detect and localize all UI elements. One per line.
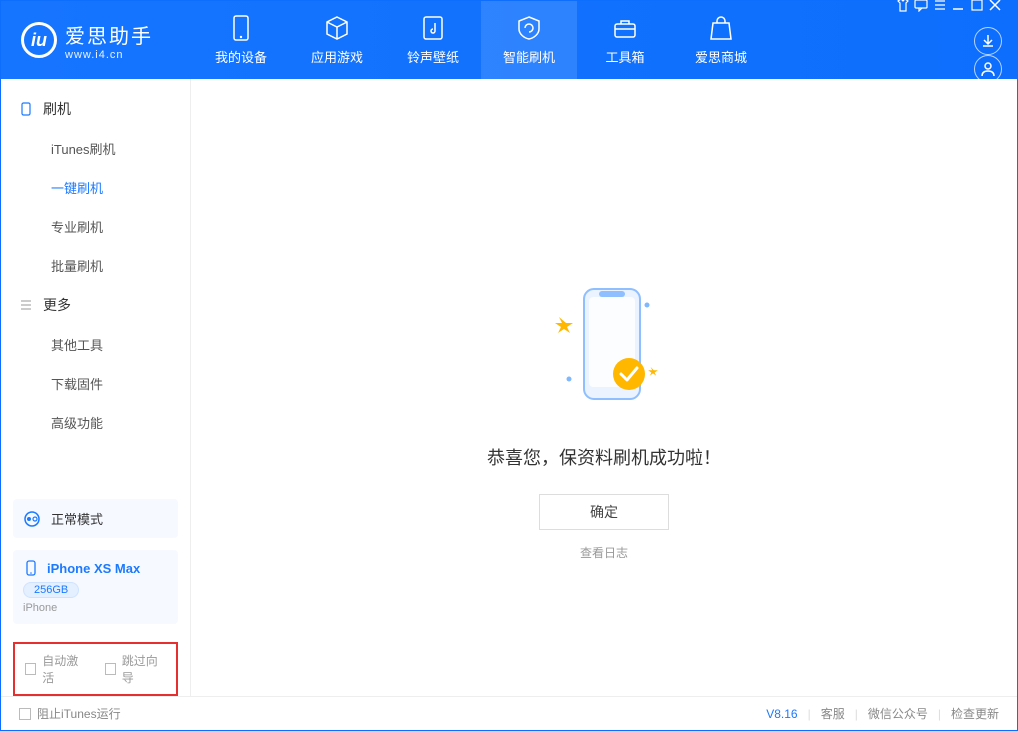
logo-icon: iu bbox=[21, 22, 57, 58]
tab-label: 应用游戏 bbox=[311, 47, 363, 66]
tab-label: 铃声壁纸 bbox=[407, 47, 459, 66]
download-icon[interactable] bbox=[974, 27, 1002, 55]
checkbox-icon bbox=[25, 663, 36, 675]
device-name: iPhone XS Max bbox=[47, 561, 140, 576]
phone-icon bbox=[228, 15, 254, 41]
device-storage: 256GB bbox=[23, 582, 79, 598]
sidebar-item-one-click-flash[interactable]: 一键刷机 bbox=[1, 168, 190, 207]
sidebar-item-itunes-flash[interactable]: iTunes刷机 bbox=[1, 129, 190, 168]
cube-icon bbox=[324, 15, 350, 41]
tab-flash[interactable]: 智能刷机 bbox=[481, 1, 577, 79]
list-icon bbox=[19, 298, 33, 312]
checkbox-skip-guide[interactable]: 跳过向导 bbox=[105, 652, 167, 686]
tab-label: 工具箱 bbox=[605, 47, 644, 66]
sidebar-item-other-tools[interactable]: 其他工具 bbox=[1, 325, 190, 364]
device-icon bbox=[23, 560, 39, 576]
sidebar-item-batch-flash[interactable]: 批量刷机 bbox=[1, 246, 190, 285]
window-controls bbox=[896, 0, 1002, 83]
app-window: iu 爱思助手 www.i4.cn 我的设备 应用游戏 bbox=[0, 0, 1018, 731]
version-label: V8.16 bbox=[766, 707, 797, 721]
normal-mode-icon bbox=[23, 510, 41, 528]
group-title: 更多 bbox=[43, 295, 71, 315]
app-logo: iu 爱思助手 www.i4.cn bbox=[21, 20, 153, 61]
ok-button[interactable]: 确定 bbox=[539, 494, 669, 530]
sidebar-item-download-firmware[interactable]: 下载固件 bbox=[1, 364, 190, 403]
minimize-icon[interactable] bbox=[951, 0, 965, 16]
feedback-icon[interactable] bbox=[914, 0, 928, 16]
phone-outline-icon bbox=[19, 102, 33, 116]
tab-label: 爱思商城 bbox=[695, 47, 747, 66]
tshirt-icon[interactable] bbox=[896, 0, 910, 16]
tab-apps[interactable]: 应用游戏 bbox=[289, 1, 385, 79]
checkbox-auto-activate[interactable]: 自动激活 bbox=[25, 652, 87, 686]
checkbox-label: 阻止iTunes运行 bbox=[37, 705, 121, 722]
sidebar-item-pro-flash[interactable]: 专业刷机 bbox=[1, 207, 190, 246]
success-message: 恭喜您，保资料刷机成功啦！ bbox=[487, 444, 721, 470]
title-bar: iu 爱思助手 www.i4.cn 我的设备 应用游戏 bbox=[1, 1, 1017, 79]
wechat-link[interactable]: 微信公众号 bbox=[868, 705, 928, 722]
support-link[interactable]: 客服 bbox=[821, 705, 845, 722]
mode-label: 正常模式 bbox=[51, 509, 103, 528]
options-row: 自动激活 跳过向导 bbox=[13, 642, 178, 696]
close-icon[interactable] bbox=[988, 0, 1002, 16]
music-file-icon bbox=[420, 15, 446, 41]
tab-store[interactable]: 爱思商城 bbox=[673, 1, 769, 79]
app-subtitle: www.i4.cn bbox=[65, 49, 153, 61]
tab-label: 我的设备 bbox=[215, 47, 267, 66]
app-title: 爱思助手 bbox=[65, 20, 153, 49]
checkbox-label: 跳过向导 bbox=[122, 652, 166, 686]
bag-icon bbox=[708, 15, 734, 41]
tab-ringtones[interactable]: 铃声壁纸 bbox=[385, 1, 481, 79]
sidebar-item-advanced[interactable]: 高级功能 bbox=[1, 403, 190, 442]
device-model: iPhone bbox=[23, 602, 168, 614]
toolbox-icon bbox=[612, 15, 638, 41]
tab-my-device[interactable]: 我的设备 bbox=[193, 1, 289, 79]
checkbox-icon bbox=[19, 708, 31, 720]
checkbox-label: 自动激活 bbox=[42, 652, 86, 686]
tab-label: 智能刷机 bbox=[503, 47, 555, 66]
sidebar: 刷机 iTunes刷机 一键刷机 专业刷机 批量刷机 更多 其他工具 下载固件 … bbox=[1, 79, 191, 696]
status-bar: 阻止iTunes运行 V8.16 | 客服 | 微信公众号 | 检查更新 bbox=[1, 696, 1017, 730]
sidebar-group-flash: 刷机 bbox=[1, 89, 190, 129]
body: 刷机 iTunes刷机 一键刷机 专业刷机 批量刷机 更多 其他工具 下载固件 … bbox=[1, 79, 1017, 696]
sidebar-group-more: 更多 bbox=[1, 285, 190, 325]
tab-toolbox[interactable]: 工具箱 bbox=[577, 1, 673, 79]
check-update-link[interactable]: 检查更新 bbox=[951, 705, 999, 722]
maximize-icon[interactable] bbox=[970, 0, 984, 16]
top-nav: 我的设备 应用游戏 铃声壁纸 智能刷机 bbox=[193, 1, 769, 79]
view-log-link[interactable]: 查看日志 bbox=[580, 544, 628, 561]
success-illustration bbox=[529, 279, 679, 414]
group-title: 刷机 bbox=[43, 99, 71, 119]
checkbox-icon bbox=[105, 663, 116, 675]
checkbox-block-itunes[interactable]: 阻止iTunes运行 bbox=[19, 705, 121, 722]
main-content: 恭喜您，保资料刷机成功啦！ 确定 查看日志 bbox=[191, 79, 1017, 696]
menu-icon[interactable] bbox=[933, 0, 947, 16]
device-panel[interactable]: iPhone XS Max 256GB iPhone bbox=[13, 550, 178, 624]
shield-refresh-icon bbox=[516, 15, 542, 41]
mode-panel[interactable]: 正常模式 bbox=[13, 499, 178, 538]
